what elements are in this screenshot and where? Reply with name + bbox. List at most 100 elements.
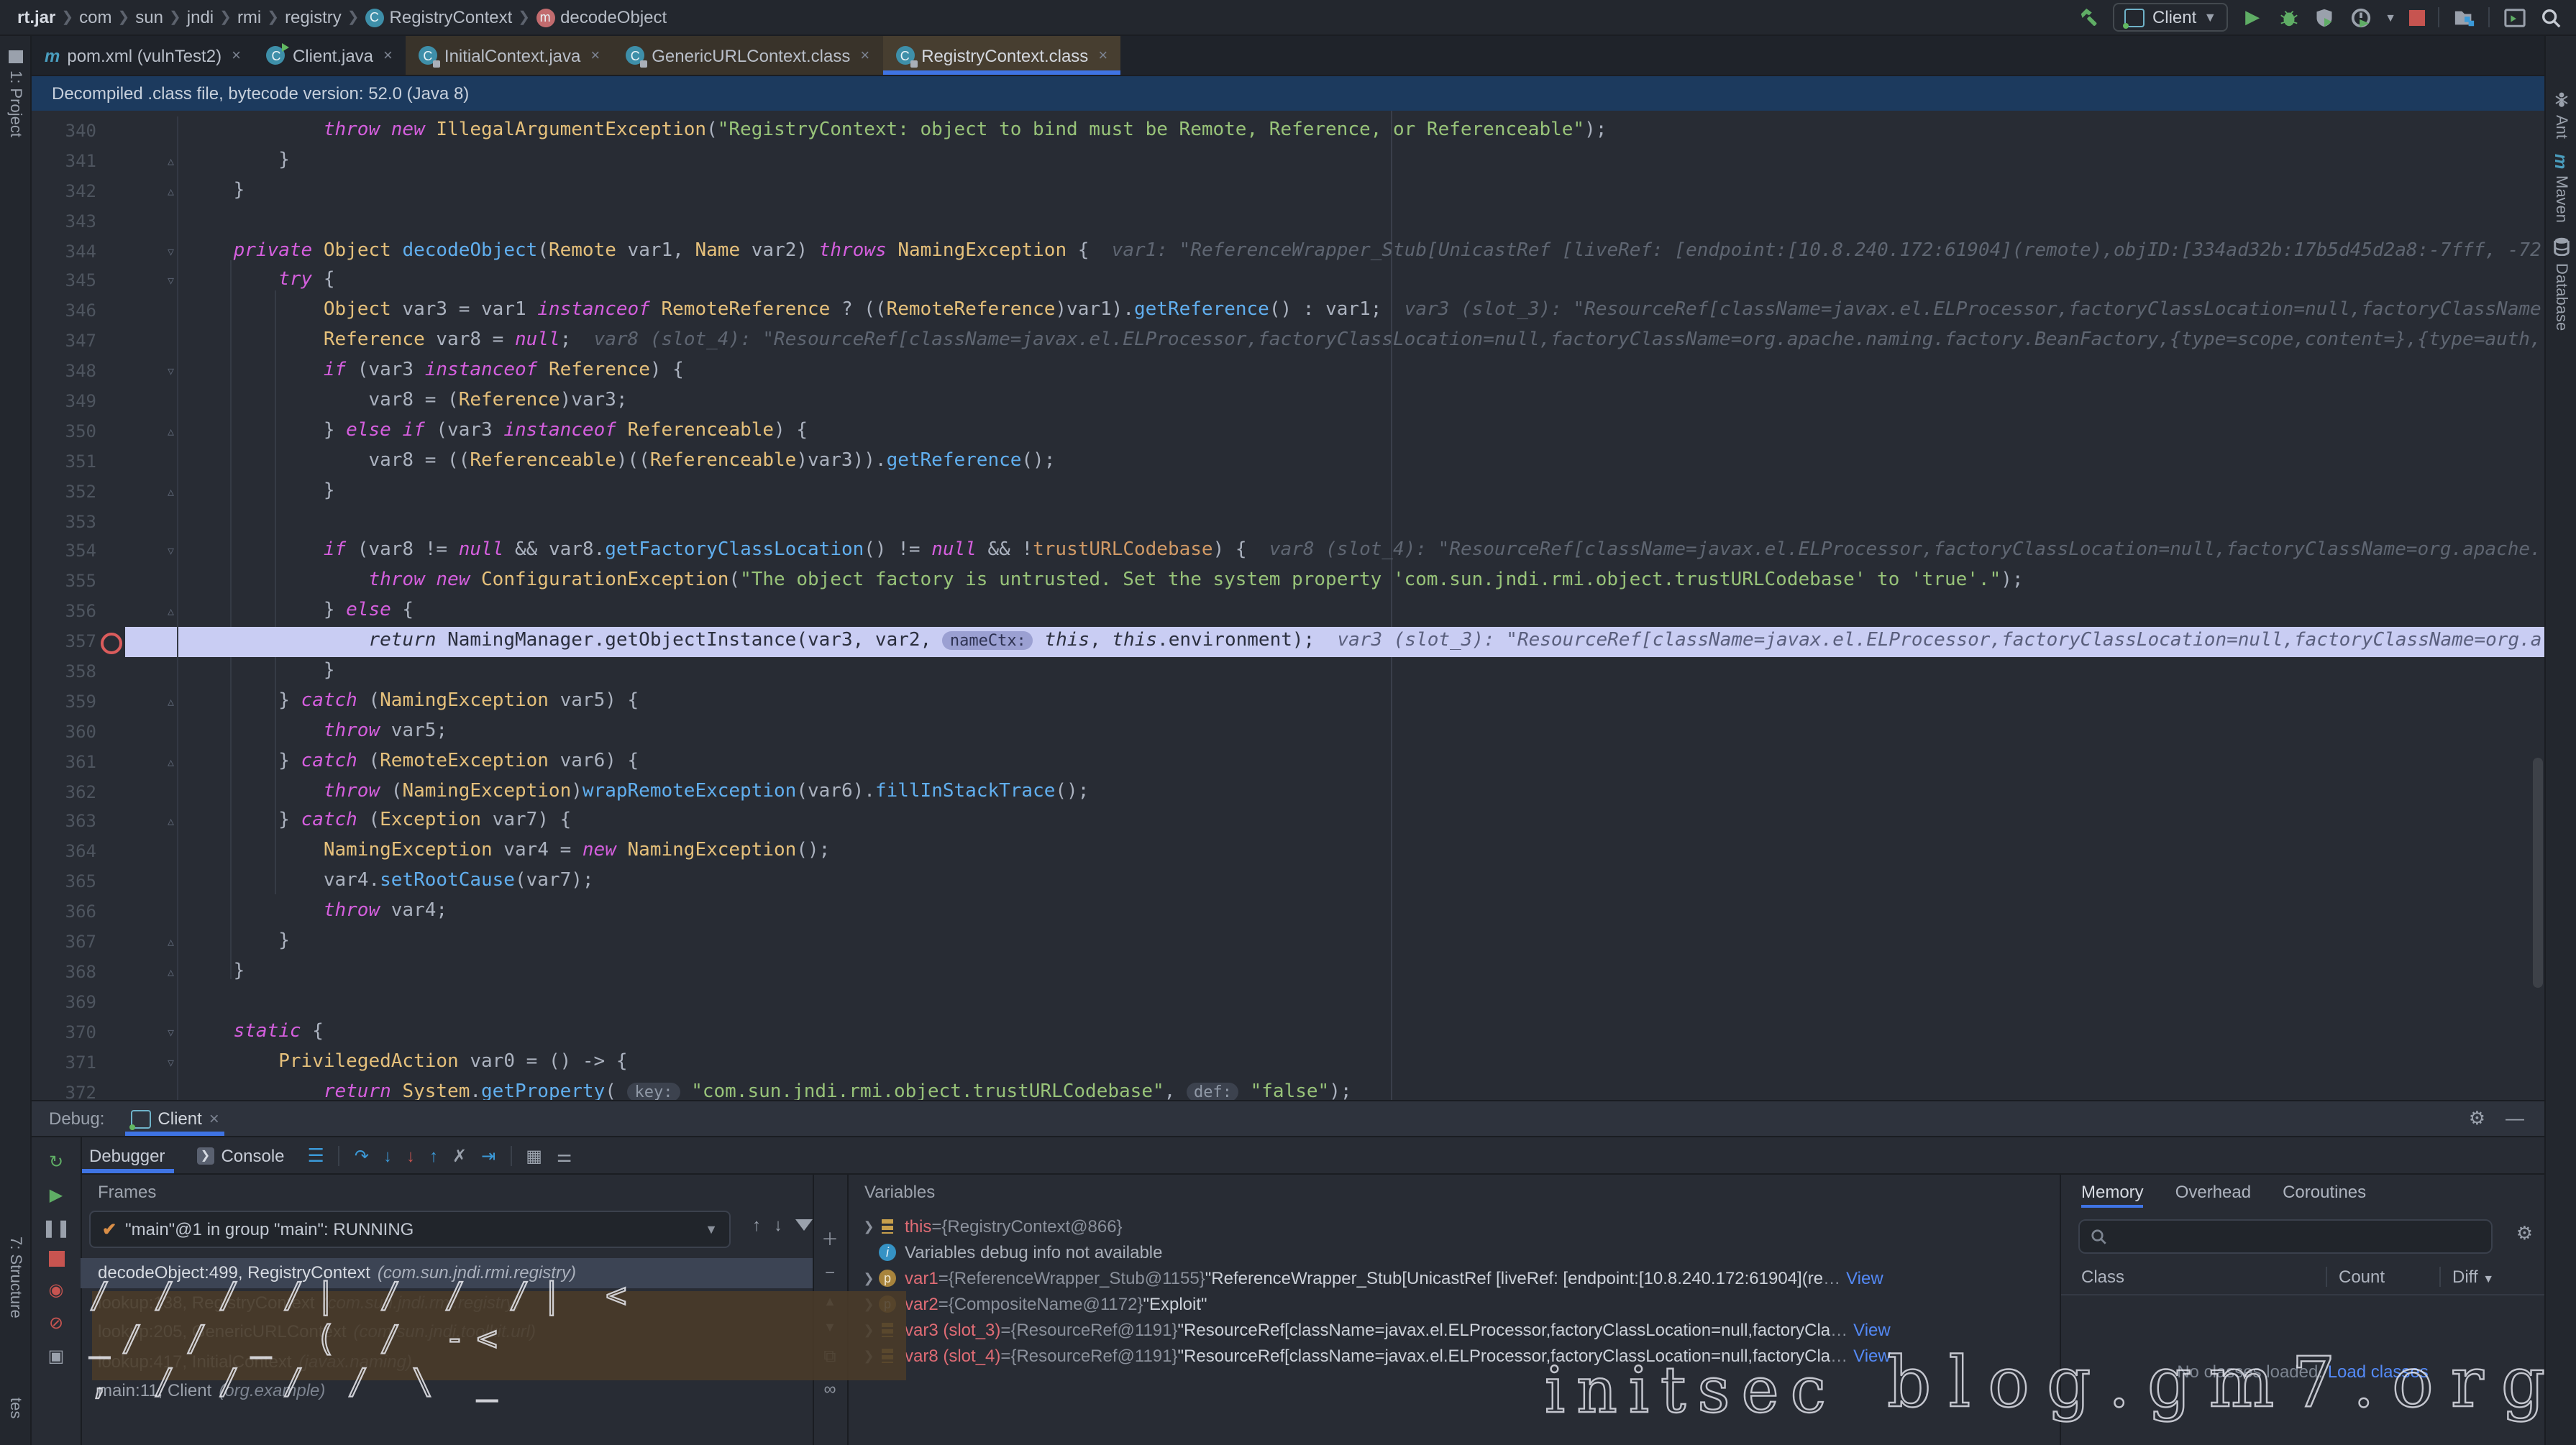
view-value-link[interactable]: View: [1846, 1268, 1883, 1288]
fold-marker[interactable]: [125, 387, 178, 417]
step-into-icon[interactable]: ↓: [383, 1145, 392, 1165]
editor-scrollbar[interactable]: [2533, 758, 2543, 988]
fold-marker[interactable]: ▿: [125, 237, 178, 267]
code-line-341[interactable]: 341▵ }: [32, 147, 2544, 177]
gutter-breakpoint-area[interactable]: [96, 297, 125, 327]
fold-marker[interactable]: [125, 627, 178, 657]
code-line-345[interactable]: 345▿ try {: [32, 267, 2544, 297]
line-number[interactable]: 368: [32, 958, 96, 988]
stack-frame-row[interactable]: lookup:205, GenericURLContext(com.sun.jn…: [81, 1317, 813, 1347]
line-number[interactable]: 369: [32, 988, 96, 1018]
code-line-353[interactable]: 353: [32, 507, 2544, 537]
fold-marker[interactable]: [125, 326, 178, 357]
gutter-breakpoint-area[interactable]: [96, 657, 125, 687]
stack-frame-row[interactable]: lookup:138, RegistryContext(com.sun.jndi…: [81, 1288, 813, 1317]
stack-frame-row[interactable]: main:11, Client(org.example): [81, 1376, 813, 1405]
gutter-breakpoint-area[interactable]: [96, 537, 125, 567]
line-number[interactable]: 349: [32, 387, 96, 417]
close-tab-icon[interactable]: ×: [860, 47, 869, 64]
fold-marker[interactable]: [125, 717, 178, 748]
breadcrumb-item-rmi[interactable]: rmi: [237, 7, 261, 27]
gutter-breakpoint-area[interactable]: [96, 838, 125, 868]
coverage-button[interactable]: [2313, 6, 2336, 29]
expand-chevron-icon[interactable]: ❯: [859, 1219, 879, 1234]
line-number[interactable]: 367: [32, 927, 96, 958]
gutter-breakpoint-area[interactable]: [96, 1047, 125, 1078]
breadcrumb-item-decodeObject[interactable]: mdecodeObject: [536, 7, 667, 27]
code-line-362[interactable]: 362 throw (NamingException)wrapRemoteExc…: [32, 777, 2544, 807]
run-to-cursor-icon[interactable]: ⇥: [481, 1145, 495, 1165]
expand-chevron-icon[interactable]: ❯: [859, 1322, 879, 1338]
code-line-356[interactable]: 356▵ } else {: [32, 597, 2544, 628]
code-line-366[interactable]: 366 throw var4;: [32, 897, 2544, 927]
frame-down-icon[interactable]: ↓: [774, 1215, 782, 1235]
load-classes-link[interactable]: Load classes: [2328, 1362, 2429, 1382]
gutter-breakpoint-area[interactable]: [96, 717, 125, 748]
fold-marker[interactable]: ▿: [125, 1017, 178, 1047]
close-tab-icon[interactable]: ×: [590, 47, 600, 64]
code-line-368[interactable]: 368▵ }: [32, 958, 2544, 988]
debug-session-tab[interactable]: Client ×: [124, 1101, 224, 1136]
fold-marker[interactable]: [125, 838, 178, 868]
editor-tab-InitialContext.java[interactable]: CInitialContext.java×: [406, 36, 613, 75]
tab-coroutines[interactable]: Coroutines: [2283, 1182, 2366, 1208]
line-number[interactable]: 346: [32, 297, 96, 327]
fold-marker[interactable]: ▿: [125, 1047, 178, 1078]
line-number[interactable]: 361: [32, 747, 96, 777]
view-breakpoints-icon[interactable]: ◉: [49, 1280, 64, 1300]
code-line-346[interactable]: 346 Object var3 = var1 instanceof Remote…: [32, 297, 2544, 327]
line-number[interactable]: 357: [32, 627, 96, 657]
gutter-breakpoint-area[interactable]: [96, 116, 125, 147]
fold-marker[interactable]: ▵: [125, 177, 178, 207]
project-structure-icon[interactable]: [2452, 6, 2475, 29]
code-line-343[interactable]: 343: [32, 206, 2544, 237]
fold-marker[interactable]: ▿: [125, 357, 178, 387]
editor-tab-GenericURLContext.class[interactable]: CGenericURLContext.class×: [613, 36, 882, 75]
variable-row[interactable]: ❯this = {RegistryContext@866}: [847, 1214, 2060, 1239]
code-editor[interactable]: 340 throw new IllegalArgumentException("…: [32, 111, 2544, 1100]
close-tab-icon[interactable]: ×: [1098, 47, 1107, 64]
gutter-breakpoint-area[interactable]: [96, 597, 125, 628]
fold-marker[interactable]: ▿: [125, 537, 178, 567]
code-line-344[interactable]: 344▿ private Object decodeObject(Remote …: [32, 237, 2544, 267]
line-number[interactable]: 372: [32, 1078, 96, 1100]
stop-icon[interactable]: [48, 1251, 64, 1267]
gutter-breakpoint-area[interactable]: [96, 958, 125, 988]
code-line-351[interactable]: 351 var8 = ((Referenceable)((Referenceab…: [32, 447, 2544, 477]
step-over-icon[interactable]: ↷: [355, 1145, 369, 1165]
line-number[interactable]: 344: [32, 237, 96, 267]
fold-marker[interactable]: [125, 116, 178, 147]
drop-frame-icon[interactable]: ✗: [452, 1145, 467, 1165]
code-line-357[interactable]: 357 return NamingManager.getObjectInstan…: [32, 627, 2544, 657]
code-line-342[interactable]: 342▵ }: [32, 177, 2544, 207]
breadcrumb-item-RegistryContext[interactable]: CRegistryContext: [365, 7, 513, 27]
line-number[interactable]: 342: [32, 177, 96, 207]
breadcrumb-item-rt.jar[interactable]: rt.jar: [17, 7, 55, 27]
fold-marker[interactable]: [125, 297, 178, 327]
toolwindow-project[interactable]: 1: Project: [6, 50, 24, 137]
tab-console[interactable]: ❯ Console: [188, 1137, 293, 1173]
memory-settings-icon[interactable]: ⚙: [2516, 1222, 2533, 1245]
fold-marker[interactable]: [125, 988, 178, 1018]
fold-marker[interactable]: [125, 206, 178, 237]
fold-marker[interactable]: ▵: [125, 417, 178, 447]
close-session-icon[interactable]: ×: [209, 1109, 219, 1129]
line-number[interactable]: 353: [32, 507, 96, 537]
line-number[interactable]: 348: [32, 357, 96, 387]
column-diff[interactable]: Diff ▼: [2439, 1267, 2544, 1287]
toolwindow-structure[interactable]: 7: Structure: [6, 1237, 24, 1318]
line-number[interactable]: 352: [32, 477, 96, 507]
column-count[interactable]: Count: [2326, 1267, 2439, 1287]
tab-overhead[interactable]: Overhead: [2175, 1182, 2251, 1208]
column-class[interactable]: Class: [2061, 1267, 2326, 1287]
show-execution-point-icon[interactable]: ☰: [308, 1144, 324, 1167]
view-value-link[interactable]: View: [1853, 1320, 1891, 1340]
fold-marker[interactable]: [125, 447, 178, 477]
code-line-359[interactable]: 359▵ } catch (NamingException var5) {: [32, 687, 2544, 717]
variable-row[interactable]: ❯pvar2 = {CompositeName@1172} "Exploit": [847, 1291, 2060, 1317]
gutter-breakpoint-area[interactable]: [96, 897, 125, 927]
line-number[interactable]: 345: [32, 267, 96, 297]
debug-button[interactable]: [2277, 6, 2300, 29]
line-number[interactable]: 343: [32, 206, 96, 237]
close-tab-icon[interactable]: ×: [383, 47, 393, 64]
